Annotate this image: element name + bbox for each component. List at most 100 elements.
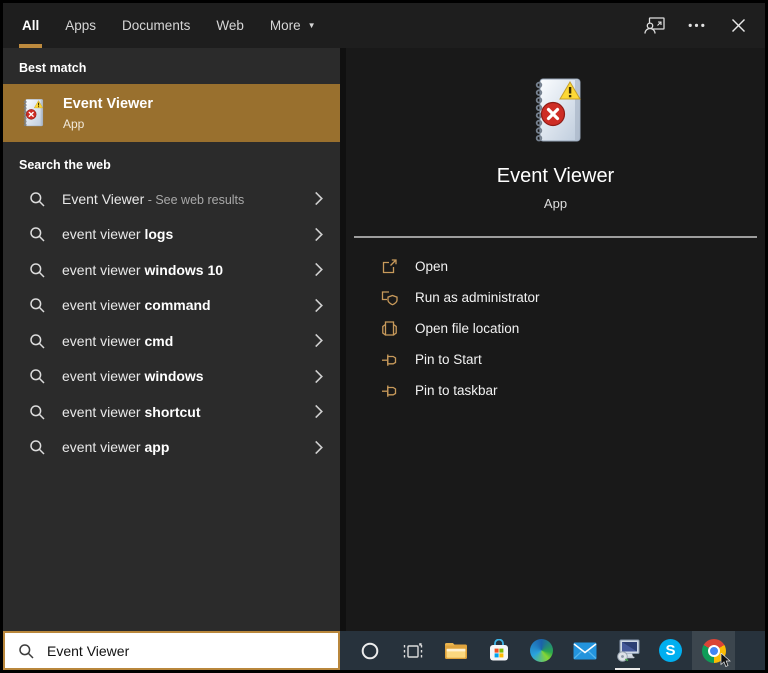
action-label: Pin to taskbar	[415, 383, 498, 398]
action-open-file-location[interactable]: Open file location	[381, 313, 765, 344]
action-run-as-administrator[interactable]: Run as administrator	[381, 282, 765, 313]
action-pin-to-start[interactable]: Pin to Start	[381, 344, 765, 375]
best-match-type: App	[63, 116, 85, 131]
running-indicator	[615, 668, 640, 670]
suggestion-text: Event Viewer - See web results	[62, 190, 245, 207]
action-open[interactable]: Open	[381, 251, 765, 282]
search-input[interactable]	[47, 642, 338, 659]
event-viewer-icon	[23, 98, 44, 127]
search-suggestion-row[interactable]: event viewer logs	[3, 217, 340, 253]
search-suggestion-row[interactable]: event viewer windows	[3, 359, 340, 395]
results-panel: Best match Event Viewer App Search the w…	[3, 48, 340, 631]
taskbar-edge[interactable]	[520, 631, 563, 670]
suggestion-text: event viewer shortcut	[62, 403, 201, 420]
suggestion-text: event viewer command	[62, 297, 211, 314]
cortana-icon	[361, 642, 378, 659]
more-options-icon[interactable]	[681, 11, 711, 41]
suggestion-text: event viewer cmd	[62, 332, 174, 349]
suggestion-text: event viewer app	[62, 439, 170, 456]
tab-web-label: Web	[216, 18, 244, 33]
taskbar-skype[interactable]: S	[649, 631, 692, 670]
search-suggestion-row[interactable]: Event Viewer - See web results	[3, 181, 340, 217]
filter-tabs: All Apps Documents Web More ▼	[3, 3, 329, 48]
search-icon	[30, 334, 45, 349]
chevron-down-icon: ▼	[307, 21, 316, 30]
search-icon	[30, 263, 45, 278]
search-icon	[30, 298, 45, 313]
search-suggestion-row[interactable]: event viewer windows 10	[3, 252, 340, 288]
chevron-right-icon	[315, 369, 323, 383]
search-icon	[30, 440, 45, 455]
event-viewer-icon	[534, 77, 582, 143]
tab-all-label: All	[22, 18, 40, 33]
search-icon	[30, 227, 45, 242]
taskbar: S	[340, 631, 765, 670]
tab-more-label: More	[269, 18, 301, 33]
chevron-right-icon	[315, 334, 323, 348]
tab-documents[interactable]: Documents	[109, 3, 203, 48]
best-match-result[interactable]: Event Viewer App	[3, 84, 340, 142]
close-icon[interactable]	[723, 11, 753, 41]
search-icon	[30, 192, 45, 207]
suggestion-text: event viewer windows 10	[62, 261, 224, 278]
task-view-icon	[403, 642, 422, 658]
tab-documents-label: Documents	[122, 18, 191, 33]
topbar-actions	[639, 3, 765, 48]
chevron-right-icon	[315, 227, 323, 241]
search-icon	[19, 643, 34, 659]
web-suggestions-list: Event Viewer - See web results event vie…	[3, 181, 340, 465]
tab-apps-label: Apps	[65, 18, 97, 33]
taskbar-microsoft-store[interactable]	[477, 631, 520, 670]
action-label: Open file location	[415, 321, 520, 336]
context-actions: Open Run as administrator Open file loca…	[346, 251, 765, 406]
chevron-right-icon	[315, 192, 323, 206]
search-suggestion-row[interactable]: event viewer app	[3, 430, 340, 466]
windows-search-flyout: All Apps Documents Web More ▼ Best match…	[3, 3, 765, 670]
tab-web[interactable]: Web	[203, 3, 257, 48]
best-match-title: Event Viewer	[63, 95, 154, 112]
search-icon	[30, 405, 45, 420]
chevron-right-icon	[315, 440, 323, 454]
mouse-cursor-icon	[720, 653, 731, 667]
taskbar-system-installer[interactable]	[606, 631, 649, 670]
file-location-icon	[382, 321, 397, 336]
user-account-icon[interactable]	[639, 11, 669, 41]
preview-divider	[354, 236, 757, 238]
mail-icon	[573, 642, 596, 659]
run-as-admin-shield-icon	[381, 291, 398, 306]
taskbar-search-box[interactable]	[3, 631, 340, 670]
suggestion-text: event viewer windows	[62, 368, 204, 385]
search-filter-bar: All Apps Documents Web More ▼	[3, 3, 765, 48]
action-pin-to-taskbar[interactable]: Pin to taskbar	[381, 375, 765, 406]
microsoft-store-icon	[489, 639, 508, 661]
best-match-text: Event Viewer App	[63, 96, 153, 131]
file-explorer-icon	[444, 642, 467, 659]
action-label: Open	[415, 259, 449, 274]
preview-subtitle: App	[543, 196, 568, 211]
best-match-header: Best match	[19, 61, 87, 75]
tab-more[interactable]: More ▼	[257, 3, 329, 48]
pin-icon	[382, 385, 397, 397]
tab-apps[interactable]: Apps	[52, 3, 109, 48]
edge-icon	[530, 639, 553, 662]
tab-all[interactable]: All	[9, 3, 52, 48]
search-suggestion-row[interactable]: event viewer command	[3, 288, 340, 324]
taskbar-chrome[interactable]	[692, 631, 735, 670]
action-label: Pin to Start	[415, 352, 482, 367]
screenshot-frame: All Apps Documents Web More ▼ Best match…	[0, 0, 768, 673]
preview-panel: Event Viewer App Open Run as administrat…	[346, 48, 765, 631]
taskbar-file-explorer[interactable]	[434, 631, 477, 670]
skype-icon: S	[659, 639, 682, 662]
chevron-right-icon	[315, 263, 323, 277]
search-suggestion-row[interactable]: event viewer shortcut	[3, 394, 340, 430]
pin-icon	[382, 354, 397, 366]
chevron-right-icon	[315, 298, 323, 312]
taskbar-mail[interactable]	[563, 631, 606, 670]
search-web-header: Search the web	[19, 158, 111, 172]
open-icon	[382, 259, 397, 274]
taskbar-task-view[interactable]	[391, 631, 434, 670]
search-suggestion-row[interactable]: event viewer cmd	[3, 323, 340, 359]
preview-title: Event Viewer	[496, 165, 615, 187]
action-label: Run as administrator	[415, 290, 540, 305]
taskbar-cortana[interactable]	[348, 631, 391, 670]
